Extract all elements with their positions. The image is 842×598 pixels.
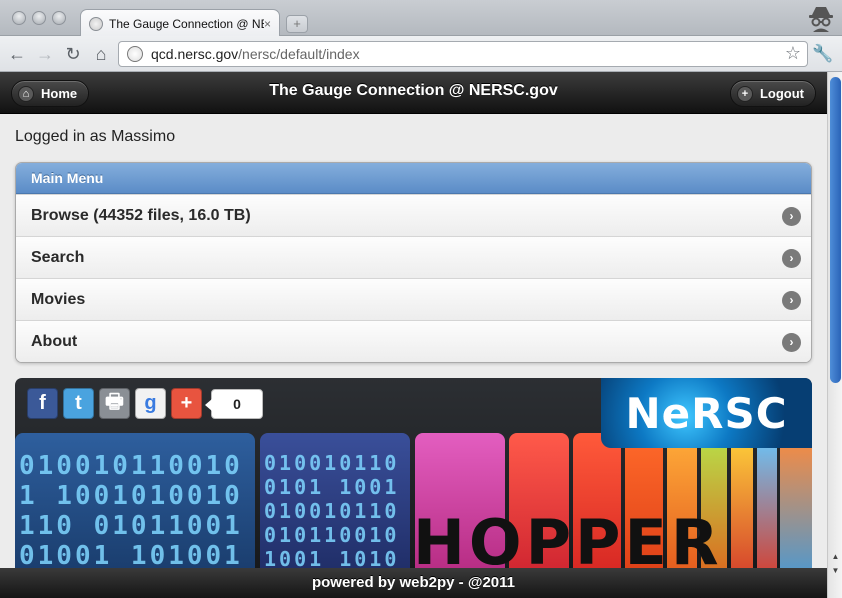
- login-status: Logged in as Massimo: [15, 128, 176, 145]
- globe-icon: [89, 16, 103, 31]
- vertical-scrollbar[interactable]: ▲ ▼: [827, 72, 842, 598]
- close-tab-icon[interactable]: ×: [264, 17, 271, 31]
- facebook-icon[interactable]: f: [27, 388, 58, 419]
- menu-item-search[interactable]: Search ›: [16, 236, 811, 278]
- zoom-window-button[interactable]: [52, 11, 66, 25]
- menu-item-browse[interactable]: Browse (44352 files, 16.0 TB) ›: [16, 194, 811, 236]
- page-viewport: ⌂ Home The Gauge Connection @ NERSC.gov …: [0, 72, 827, 598]
- globe-icon: [127, 46, 143, 62]
- binary-pattern: 0100101100101 1001010010110 010110010100…: [264, 451, 400, 578]
- logout-button[interactable]: + Logout: [729, 80, 816, 107]
- binary-pattern: 0100101100101 1001010010110 010110010100…: [19, 451, 243, 578]
- menu-item-movies[interactable]: Movies ›: [16, 278, 811, 320]
- page-header: ⌂ Home The Gauge Connection @ NERSC.gov …: [0, 72, 827, 114]
- cabinet-panel: [731, 433, 753, 578]
- page-title: The Gauge Connection @ NERSC.gov: [269, 82, 558, 99]
- cabinet-panel: 0100101100101 1001010010110 010110010100…: [260, 433, 410, 578]
- chevron-right-icon: ›: [782, 333, 801, 352]
- hopper-banner-image: 0100101100101 1001010010110 010110010100…: [15, 378, 812, 578]
- cabinet-panel: 0100101100101 1001010010110 010110010100…: [15, 433, 255, 578]
- logout-label: Logout: [759, 86, 804, 101]
- menu-item-about[interactable]: About ›: [16, 320, 811, 362]
- menu-item-label: Search: [31, 249, 85, 266]
- chevron-right-icon: ›: [782, 207, 801, 226]
- share-bar: f t 🖶 g + 0: [27, 388, 263, 419]
- forward-button[interactable]: →: [34, 43, 56, 65]
- back-button[interactable]: ←: [6, 43, 28, 65]
- google-icon[interactable]: g: [135, 388, 166, 419]
- cabinet-panel: [757, 433, 777, 578]
- reload-button[interactable]: ↻: [62, 43, 84, 65]
- browser-toolbar: ← → ↻ ⌂ qcd.nersc.gov/nersc/default/inde…: [0, 36, 842, 72]
- url-path: /nersc/default/index: [238, 46, 360, 62]
- print-icon[interactable]: 🖶: [99, 388, 130, 419]
- url-domain: qcd.nersc.gov: [151, 46, 239, 62]
- browser-titlebar: The Gauge Connection @ NERSC.gov × +: [0, 0, 842, 37]
- main-menu-header: Main Menu: [16, 163, 811, 194]
- share-count: 0: [205, 388, 263, 419]
- url-text: qcd.nersc.gov/nersc/default/index: [151, 46, 360, 62]
- home-button[interactable]: ⌂: [90, 43, 112, 65]
- browser-tab[interactable]: The Gauge Connection @ NERSC.gov ×: [80, 9, 280, 37]
- minimize-window-button[interactable]: [32, 11, 46, 25]
- cabinet-panel: [780, 433, 812, 578]
- main-menu: Main Menu Browse (44352 files, 16.0 TB) …: [15, 162, 812, 363]
- menu-item-label: Movies: [31, 291, 86, 308]
- scroll-up-arrow[interactable]: ▲: [828, 550, 842, 563]
- nersc-logo: NeRSC: [601, 378, 812, 448]
- bookmark-star-icon[interactable]: ☆: [785, 43, 801, 64]
- incognito-icon: [809, 7, 833, 32]
- page-footer: powered by web2py - @2011: [0, 568, 827, 598]
- scroll-down-arrow[interactable]: ▼: [828, 564, 842, 577]
- wrench-menu-icon[interactable]: 🔧: [812, 43, 834, 65]
- chevron-right-icon: ›: [782, 249, 801, 268]
- chevron-right-icon: ›: [782, 291, 801, 310]
- new-tab-button[interactable]: +: [286, 15, 308, 33]
- menu-item-label: Browse (44352 files, 16.0 TB): [31, 207, 251, 224]
- twitter-icon[interactable]: t: [63, 388, 94, 419]
- tab-title: The Gauge Connection @ NERSC.gov: [109, 16, 264, 31]
- address-bar[interactable]: qcd.nersc.gov/nersc/default/index ☆: [118, 41, 808, 67]
- plus-icon: +: [736, 85, 753, 102]
- menu-item-label: About: [31, 333, 78, 350]
- close-window-button[interactable]: [12, 11, 26, 25]
- scrollbar-thumb[interactable]: [830, 77, 841, 383]
- add-share-icon[interactable]: +: [171, 388, 202, 419]
